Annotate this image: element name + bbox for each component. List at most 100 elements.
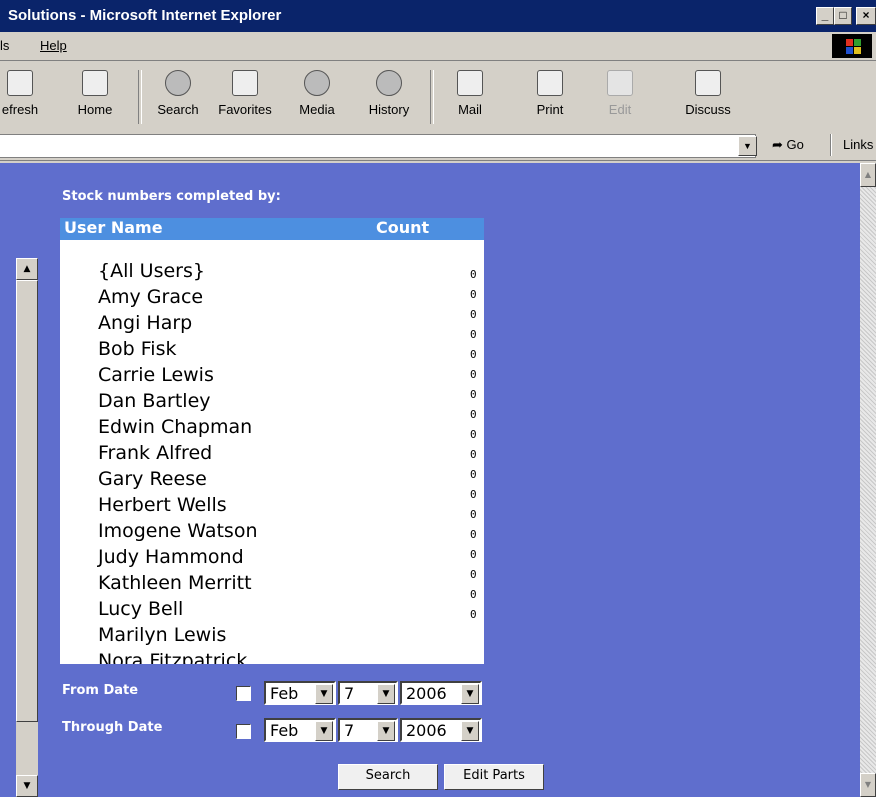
discuss-button[interactable]: Discuss [676,70,740,117]
page-scroll-up-button[interactable]: ▲ [860,163,876,187]
list-item[interactable]: Imogene Watson [60,520,484,546]
through-month-value: Feb [270,721,299,740]
menu-tools[interactable]: ls [0,38,9,53]
list-item[interactable]: Herbert Wells [60,494,484,520]
list-item[interactable]: Angi Harp [60,312,484,338]
search-submit-button[interactable]: Search [338,764,438,790]
page-scrollbar[interactable]: ▲ ▼ [860,163,876,797]
count-value: 0 [470,368,477,381]
count-value: 0 [470,428,477,441]
through-year-select[interactable]: 2006 ▼ [400,718,482,742]
media-icon [304,70,330,96]
count-value: 0 [470,308,477,321]
print-icon [537,70,563,96]
through-month-select[interactable]: Feb ▼ [264,718,336,742]
through-year-value: 2006 [406,721,447,740]
toolbar-separator [138,70,142,124]
chevron-down-icon: ▼ [377,721,395,741]
count-value: 0 [470,508,477,521]
mail-button[interactable]: Mail [448,70,492,117]
list-item[interactable]: Nora Fitzpatrick [60,650,484,664]
scroll-down-button[interactable]: ▼ [16,775,38,797]
count-value: 0 [470,588,477,601]
from-date-label: From Date [62,683,139,698]
go-arrow-icon: ➦ [772,137,783,152]
address-dropdown-button[interactable]: ▼ [738,136,757,156]
windows-logo-icon [832,34,872,58]
search-icon [165,70,191,96]
list-item[interactable]: Dan Bartley [60,390,484,416]
list-item[interactable]: Marilyn Lewis [60,624,484,650]
address-separator [830,134,832,156]
home-button[interactable]: Home [70,70,120,117]
through-day-value: 7 [344,721,355,740]
list-header: User Name Count [60,218,484,240]
list-item[interactable]: Frank Alfred [60,442,484,468]
list-item[interactable]: {All Users} [60,260,484,286]
page-scroll-down-button[interactable]: ▼ [860,773,876,797]
scroll-up-button[interactable]: ▲ [16,258,38,280]
count-column-header: Count [376,218,430,237]
print-button[interactable]: Print [528,70,572,117]
through-day-select[interactable]: 7 ▼ [338,718,398,742]
edit-button[interactable]: Edit [598,70,642,117]
scroll-thumb[interactable] [16,280,38,722]
maximize-button[interactable]: □ [834,7,852,25]
search-button[interactable]: Search [150,70,206,117]
history-icon [376,70,402,96]
count-value: 0 [470,488,477,501]
go-label: Go [786,137,804,152]
list-item[interactable]: Carrie Lewis [60,364,484,390]
edit-parts-button[interactable]: Edit Parts [444,764,544,790]
chevron-down-icon: ▼ [461,684,479,704]
from-date-checkbox[interactable] [236,686,251,701]
count-value: 0 [470,388,477,401]
title-bar: Solutions - Microsoft Internet Explorer … [0,0,876,32]
links-button[interactable]: Links [843,137,873,152]
search-label: Search [157,102,199,117]
count-value: 0 [470,608,477,621]
list-item[interactable]: Lucy Bell [60,598,484,624]
chevron-down-icon: ▼ [315,721,333,741]
list-item[interactable]: Edwin Chapman [60,416,484,442]
discuss-label: Discuss [685,102,731,117]
toolbar-separator [430,70,434,124]
list-item[interactable]: Kathleen Merritt [60,572,484,598]
favorites-button[interactable]: Favorites [210,70,280,117]
media-label: Media [299,102,335,117]
address-bar: ▼ ➦ Go Links [0,132,876,161]
toolbar: efresh Home Search Favorites Media Histo… [0,62,876,133]
mail-icon [457,70,483,96]
count-value: 0 [470,448,477,461]
discuss-icon [695,70,721,96]
chevron-down-icon: ▼ [377,684,395,704]
close-button[interactable]: × [856,7,876,25]
count-value: 0 [470,268,477,281]
address-input[interactable] [0,134,756,158]
menu-help[interactable]: Help [40,38,67,53]
list-item[interactable]: Amy Grace [60,286,484,312]
minimize-button[interactable]: _ [816,7,834,25]
from-month-select[interactable]: Feb ▼ [264,681,336,705]
menu-bar: ls Help [0,32,876,61]
through-date-checkbox[interactable] [236,724,251,739]
list-item[interactable]: Judy Hammond [60,546,484,572]
user-list[interactable]: {All Users} Amy Grace Angi Harp Bob Fisk… [60,240,484,664]
list-scrollbar[interactable]: ▲ ▼ [16,258,38,797]
print-label: Print [536,102,564,117]
from-day-select[interactable]: 7 ▼ [338,681,398,705]
form-heading: Stock numbers completed by: [62,189,281,204]
count-value: 0 [470,288,477,301]
history-button[interactable]: History [362,70,416,117]
favorites-label: Favorites [218,102,272,117]
chevron-down-icon: ▼ [315,684,333,704]
from-year-select[interactable]: 2006 ▼ [400,681,482,705]
refresh-button[interactable]: efresh [0,70,40,117]
list-item[interactable]: Gary Reese [60,468,484,494]
count-value: 0 [470,548,477,561]
count-value: 0 [470,568,477,581]
media-button[interactable]: Media [292,70,342,117]
list-item[interactable]: Bob Fisk [60,338,484,364]
window-title: Solutions - Microsoft Internet Explorer [8,7,282,24]
go-button[interactable]: ➦ Go [772,137,804,153]
